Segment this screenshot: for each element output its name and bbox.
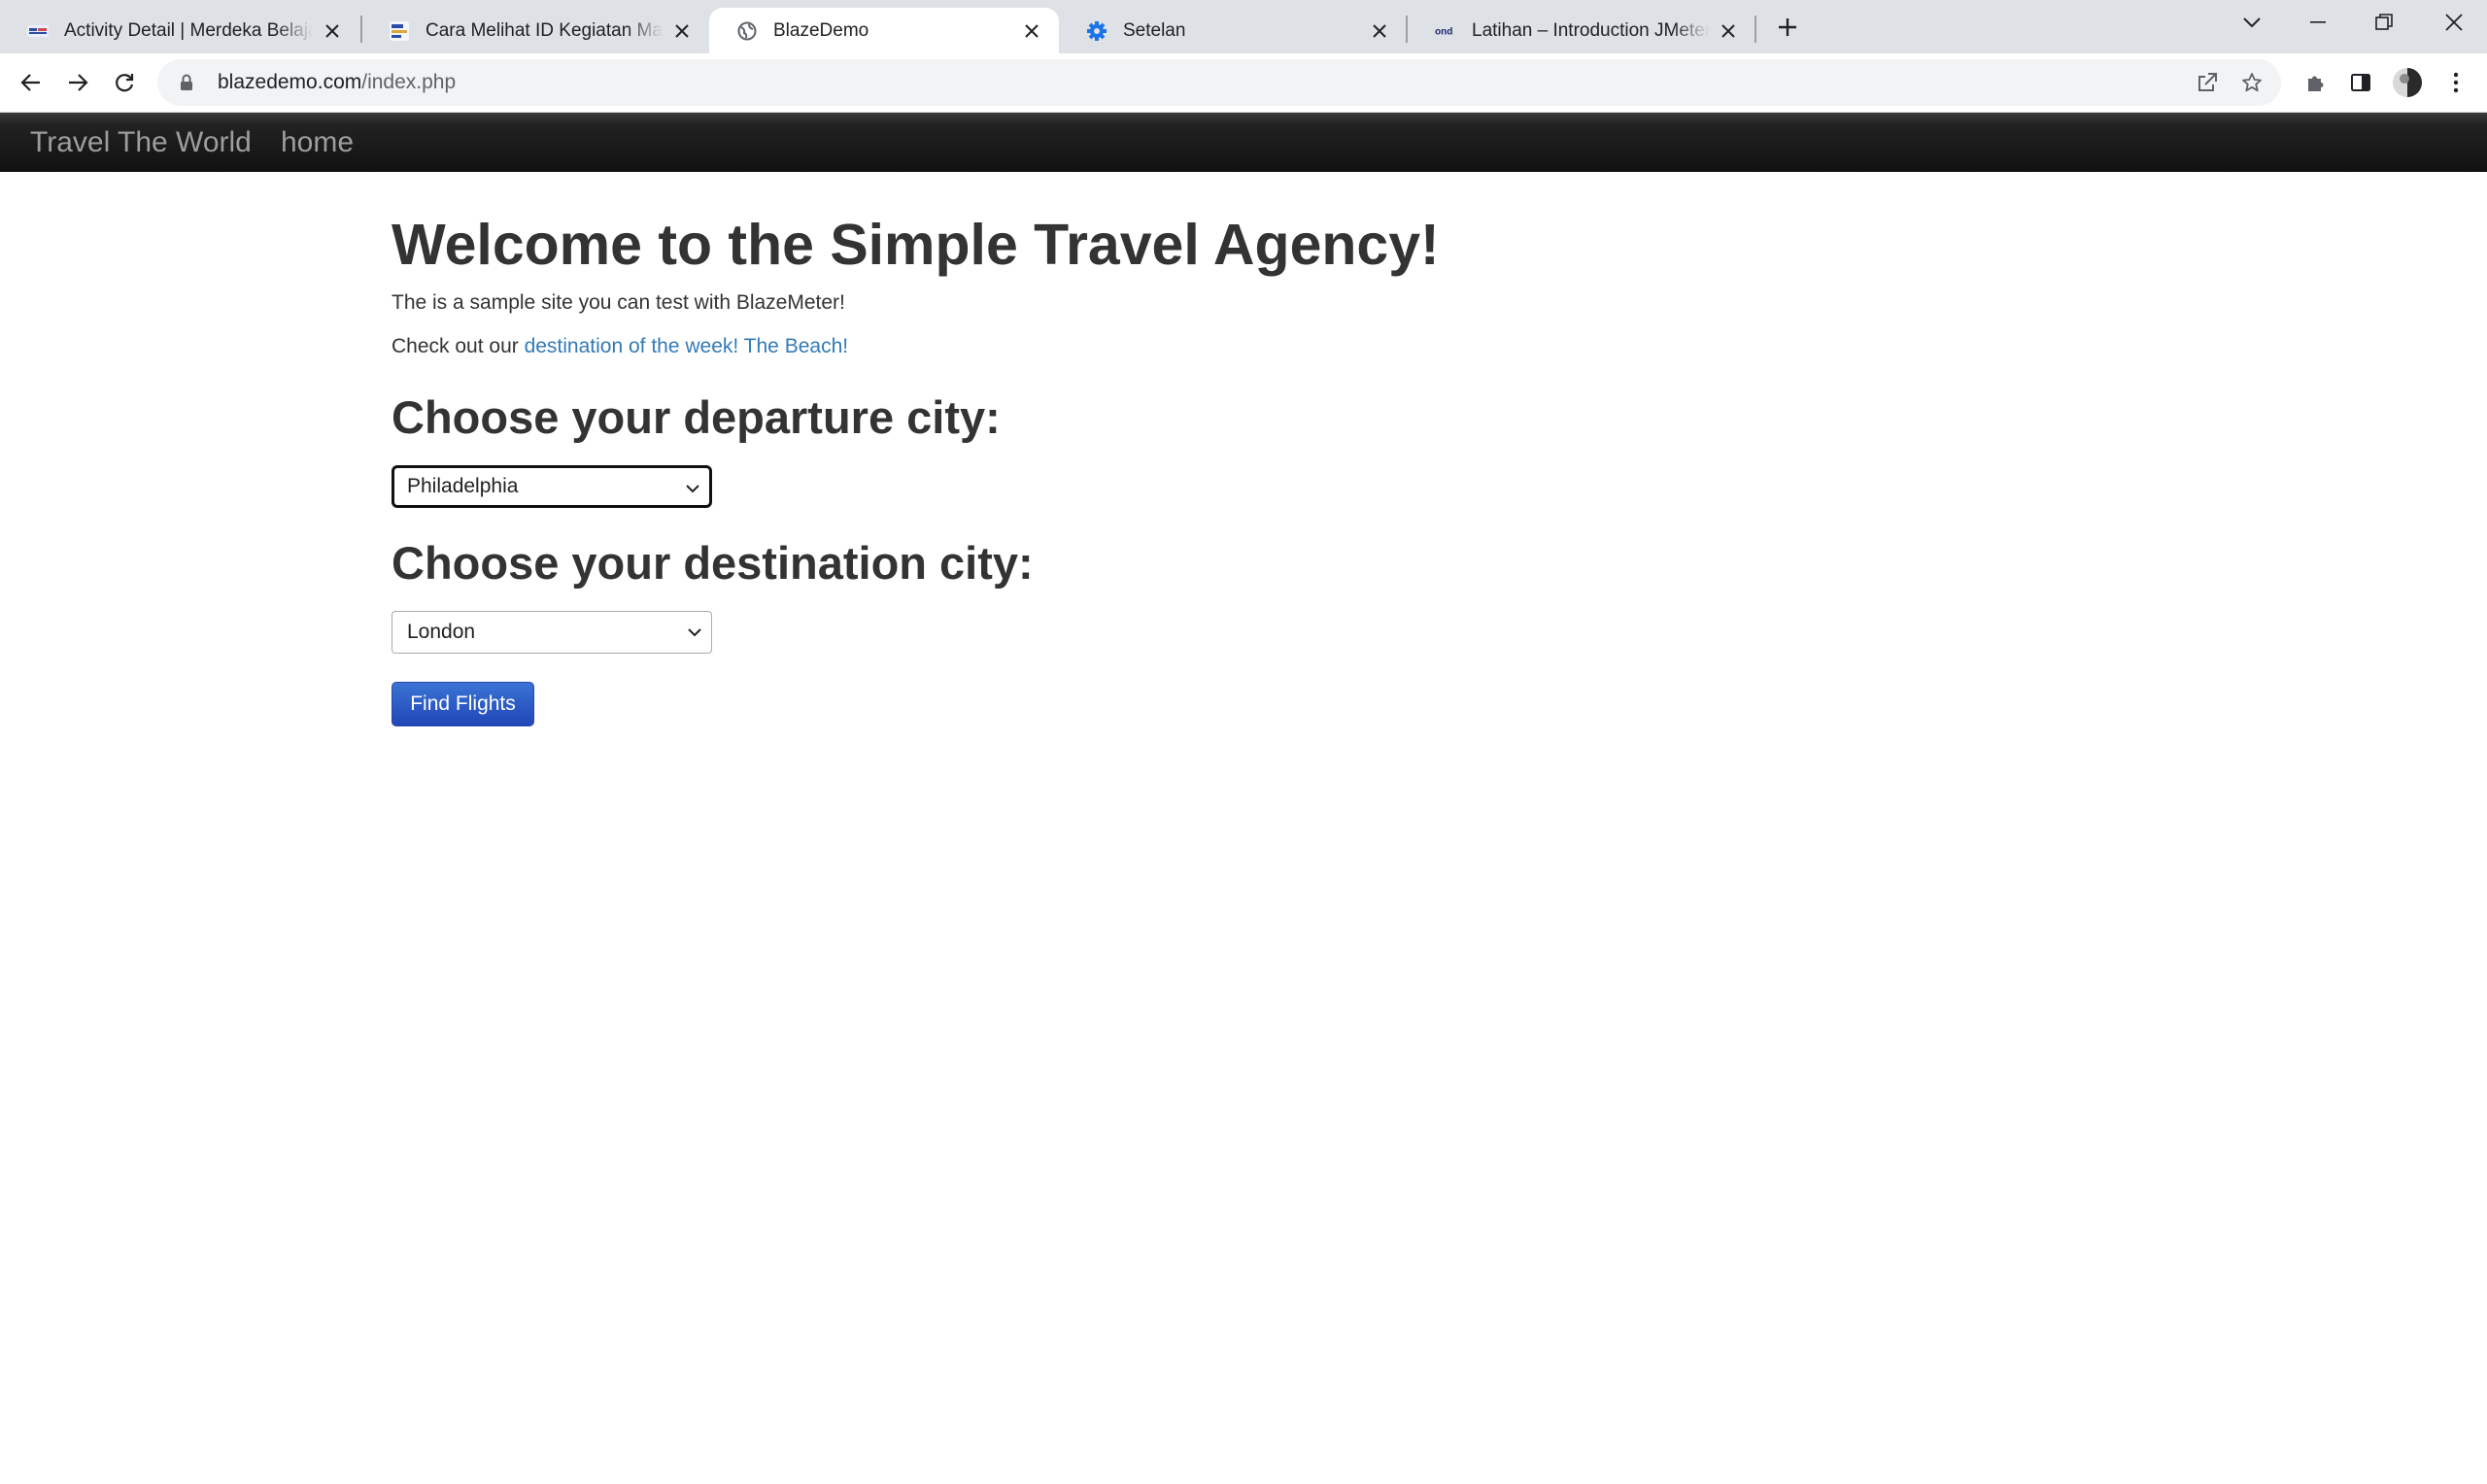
tab-title: BlazeDemo — [773, 19, 869, 41]
destination-city-select[interactable]: London — [392, 611, 712, 654]
page-title: Welcome to the Simple Travel Agency! — [392, 213, 1440, 277]
back-button[interactable] — [12, 63, 51, 102]
browser-toolbar: blazedemo.com/index.php — [0, 53, 2487, 113]
navbar-brand[interactable]: Travel The World — [30, 126, 252, 159]
chevron-down-icon — [2243, 17, 2261, 27]
close-icon[interactable] — [321, 19, 344, 43]
url-host: blazedemo.com — [218, 71, 362, 93]
tab-activity-detail[interactable]: Activity Detail | Merdeka Belajar — [0, 8, 359, 53]
side-panel-button[interactable] — [2341, 63, 2380, 102]
tab-separator — [1755, 16, 1756, 43]
intro-text: The is a sample site you can test with B… — [392, 291, 845, 314]
destination-of-week-text: Check out our destination of the week! T… — [392, 335, 848, 358]
plus-icon — [1779, 18, 1796, 36]
tab-title: Setelan — [1123, 19, 1186, 41]
tab-blazedemo[interactable]: BlazeDemo — [709, 8, 1059, 53]
chevron-down-icon — [684, 480, 701, 497]
kampus-merdeka-icon — [389, 20, 410, 42]
tab-title: Activity Detail | Merdeka Belajar — [64, 19, 313, 41]
url-path: /index.php — [361, 71, 457, 93]
bookmark-star-icon[interactable] — [2232, 63, 2271, 102]
arrow-right-icon — [69, 74, 88, 91]
destination-city-value: London — [407, 621, 476, 643]
ond-icon: ond — [1435, 20, 1456, 42]
chrome-menu-button[interactable] — [2436, 63, 2475, 102]
site-navbar: Travel The World home — [0, 113, 2487, 172]
tab-title: Latihan – Introduction JMeter and — [1472, 19, 1709, 41]
destination-heading: Choose your destination city: — [392, 537, 1034, 589]
minimize-button[interactable] — [2285, 0, 2351, 44]
gear-icon — [1086, 20, 1107, 42]
address-bar[interactable]: blazedemo.com/index.php — [157, 59, 2281, 106]
more-vertical-icon — [2453, 72, 2459, 93]
nav-link-home[interactable]: home — [281, 126, 354, 159]
restore-button[interactable] — [2351, 0, 2417, 44]
globe-icon — [736, 20, 758, 42]
tab-setelan[interactable]: Setelan — [1059, 8, 1407, 53]
new-tab-button[interactable] — [1770, 10, 1805, 45]
restore-icon — [2375, 13, 2393, 30]
browser-tab-strip: Activity Detail | Merdeka Belajar Cara M… — [0, 0, 2487, 53]
close-window-button[interactable] — [2421, 0, 2487, 44]
close-icon[interactable] — [1717, 19, 1740, 43]
lock-icon[interactable] — [177, 73, 196, 92]
avatar-icon — [2393, 68, 2422, 97]
arrow-left-icon — [20, 74, 40, 91]
tab-search-button[interactable] — [2219, 0, 2285, 44]
kampus-merdeka-icon — [27, 20, 49, 42]
puzzle-icon — [2308, 76, 2324, 91]
checkout-prefix: Check out our — [392, 335, 525, 357]
tab-cara-melihat[interactable]: Cara Melihat ID Kegiatan Mahasiswa — [361, 8, 709, 53]
close-icon[interactable] — [1020, 19, 1043, 43]
profile-avatar[interactable] — [2388, 63, 2427, 102]
forward-button[interactable] — [58, 63, 97, 102]
close-icon[interactable] — [670, 19, 694, 43]
side-panel-icon — [2351, 74, 2370, 91]
close-icon — [2445, 13, 2463, 31]
departure-heading: Choose your departure city: — [392, 391, 1001, 443]
departure-city-value: Philadelphia — [407, 475, 519, 497]
tab-latihan-jmeter[interactable]: ond Latihan – Introduction JMeter and — [1408, 8, 1755, 53]
share-icon[interactable] — [2188, 63, 2227, 102]
chevron-down-icon — [686, 624, 703, 641]
reload-icon — [116, 74, 134, 92]
close-icon[interactable] — [1368, 19, 1391, 43]
tab-title: Cara Melihat ID Kegiatan Mahasiswa — [426, 19, 663, 41]
reload-button[interactable] — [105, 63, 144, 102]
departure-city-select[interactable]: Philadelphia — [392, 465, 712, 508]
find-flights-button[interactable]: Find Flights — [392, 682, 534, 726]
svg-text:ond: ond — [1435, 26, 1452, 37]
url-text[interactable]: blazedemo.com/index.php — [218, 71, 456, 94]
extensions-button[interactable] — [2296, 63, 2334, 102]
minimize-icon — [2310, 20, 2326, 23]
destination-of-week-link[interactable]: destination of the week! The Beach! — [525, 335, 849, 357]
